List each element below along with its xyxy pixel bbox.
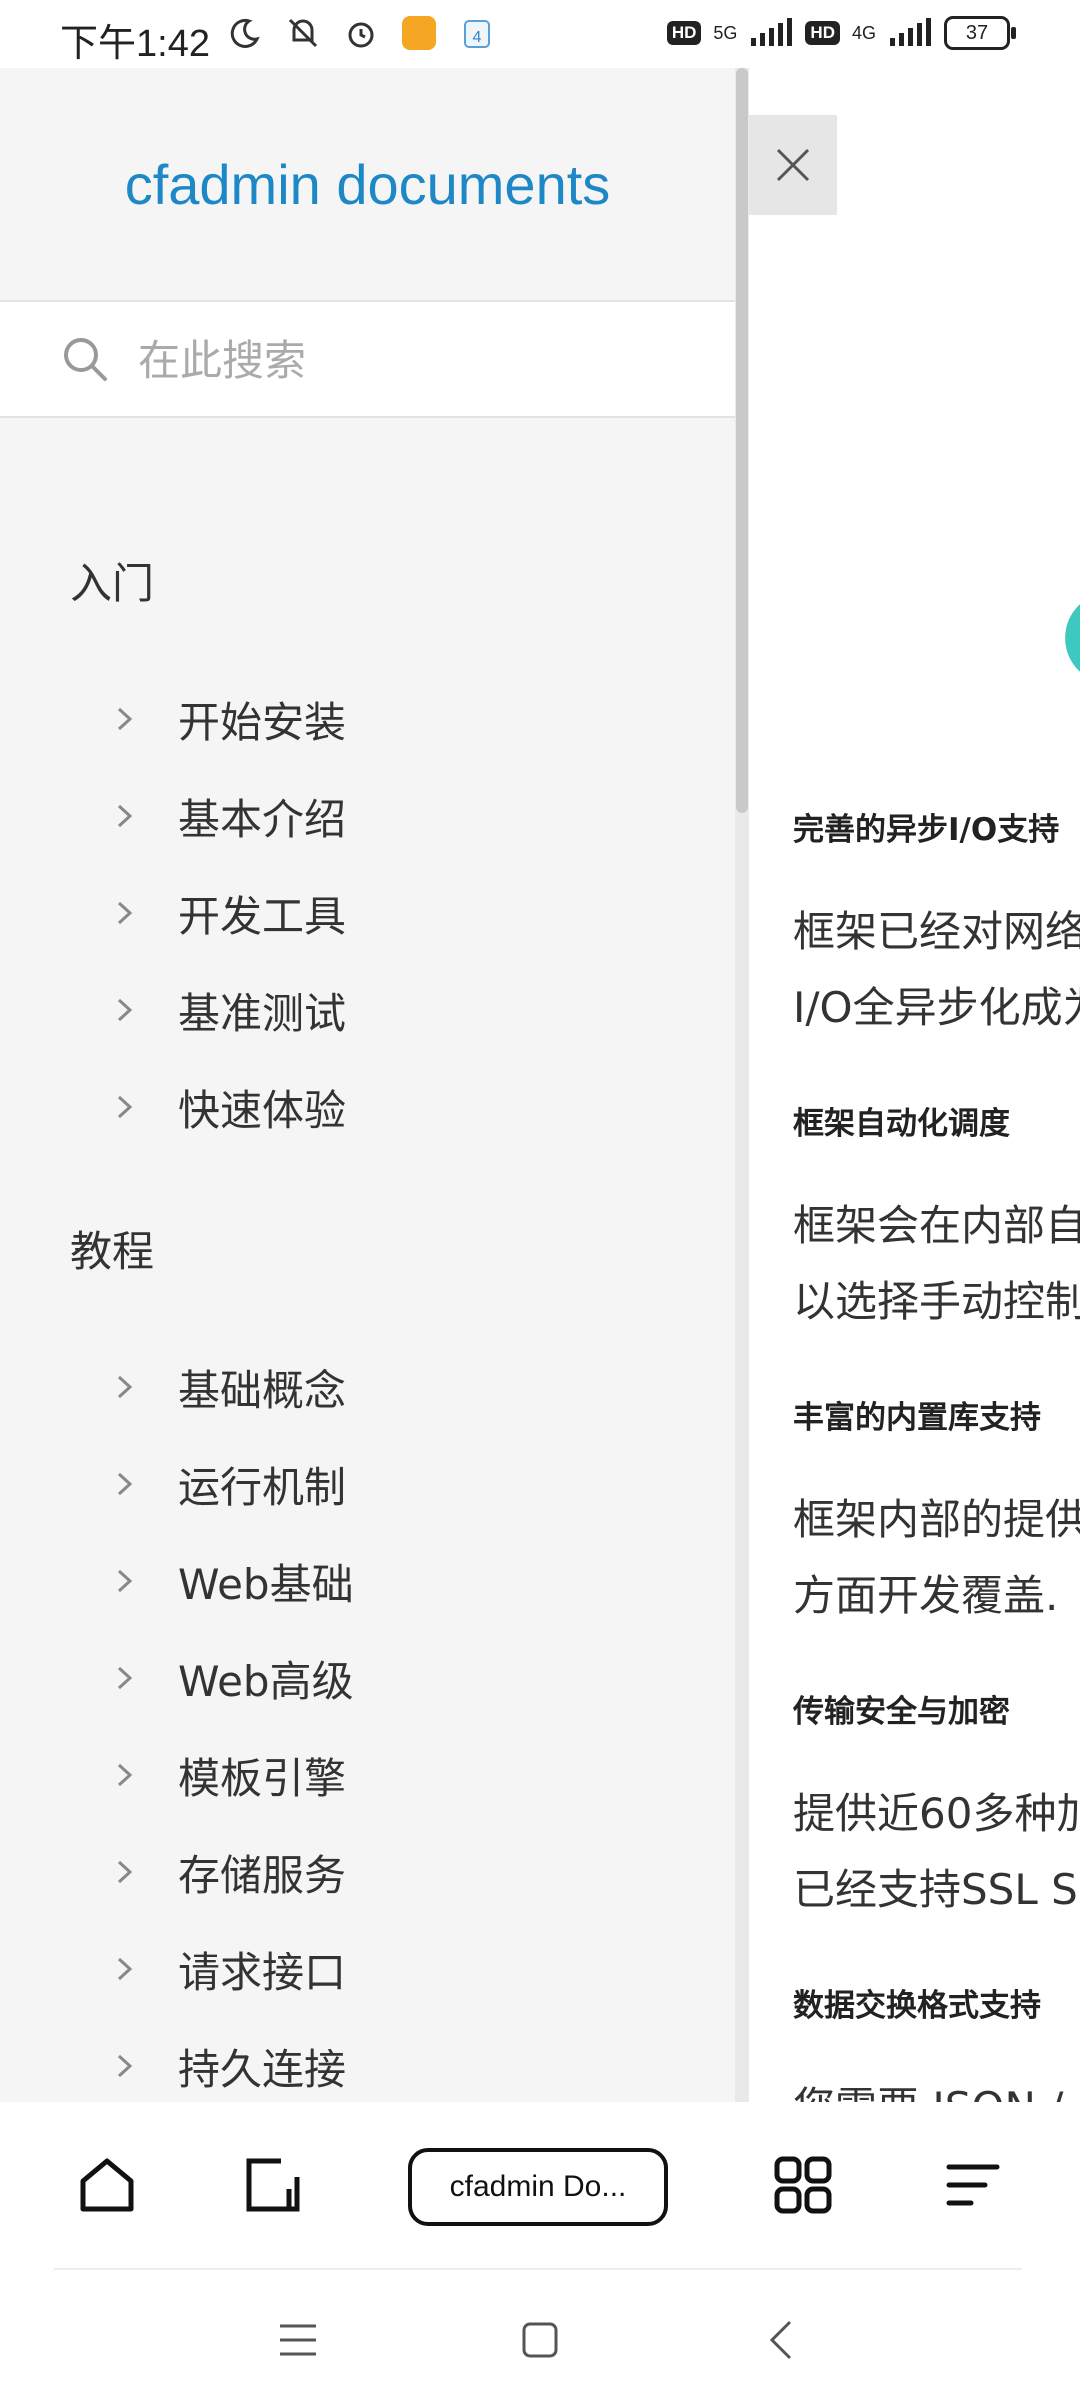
- nav-item-label: 开始安装: [178, 697, 347, 747]
- chevron-right-icon: [117, 1763, 133, 1787]
- recent-apps-icon: [280, 2324, 316, 2356]
- network-4g-label: 4G: [851, 22, 876, 43]
- tabs-icon: [246, 2158, 300, 2212]
- feature-text-line: 方面开发覆盖.: [793, 1571, 1059, 1620]
- feature-text-line: 框架已经对网络: [793, 907, 1080, 956]
- home-icon: [80, 2158, 134, 2212]
- feature-title: 数据交换格式支持: [793, 1988, 1041, 2024]
- nav-item-label: 基础概念: [178, 1365, 347, 1415]
- close-sidebar-button[interactable]: [749, 115, 837, 215]
- feature-text-line: 已经支持SSL S: [793, 1865, 1078, 1914]
- back-nav-button[interactable]: [752, 2310, 812, 2370]
- sidebar-title[interactable]: cfadmin documents: [0, 152, 735, 217]
- chevron-right-icon: [117, 998, 133, 1022]
- signal-icon: [751, 18, 793, 46]
- chevron-right-icon: [117, 2054, 133, 2078]
- nav-item-request-api[interactable]: 请求接口: [110, 1929, 346, 2009]
- battery-indicator: 37: [944, 16, 1016, 50]
- system-nav-bar: [0, 2270, 1080, 2400]
- feature-title: 丰富的内置库支持: [793, 1400, 1041, 1436]
- feature-text-line: I/O全异步化成为: [793, 983, 1080, 1032]
- chevron-right-icon: [117, 1095, 133, 1119]
- home-nav-button[interactable]: [510, 2310, 570, 2370]
- feature-title: 完善的异步I/O支持: [793, 812, 1060, 848]
- nav-item-label: Web基础: [178, 1559, 354, 1609]
- chevron-right-icon: [117, 1957, 133, 1981]
- chevron-right-icon: [117, 707, 133, 731]
- browser-toolbar: cfadmin Do...: [0, 2102, 1080, 2268]
- nav-item-label: 快速体验: [178, 1085, 347, 1135]
- nav-item-label: 存储服务: [178, 1850, 347, 1900]
- search-input[interactable]: [136, 322, 700, 398]
- chevron-right-icon: [117, 1666, 133, 1690]
- signal-icon-2: [890, 18, 931, 46]
- chevron-right-icon: [117, 1569, 133, 1593]
- feature-text-line: 您需要 JSON /: [793, 2070, 1063, 2102]
- current-tab-pill[interactable]: cfadmin Do...: [408, 2148, 668, 2226]
- nav-item-benchmark[interactable]: 基准测试: [110, 970, 346, 1050]
- feature-title: 框架自动化调度: [793, 1106, 1010, 1142]
- section-title-tutorial: 教程: [70, 1227, 155, 1276]
- nav-item-quickstart[interactable]: 快速体验: [110, 1067, 346, 1147]
- chevron-right-icon: [117, 1472, 133, 1496]
- menu-button[interactable]: [938, 2150, 1008, 2220]
- nav-item-storage[interactable]: 存储服务: [110, 1832, 346, 1912]
- chevron-right-icon: [117, 804, 133, 828]
- nav-item-template-engine[interactable]: 模板引擎: [110, 1735, 346, 1815]
- network-5g-label: 5G: [713, 22, 738, 43]
- nav-item-install[interactable]: 开始安装: [110, 679, 346, 759]
- chevron-right-icon: [117, 901, 133, 925]
- nav-item-runtime[interactable]: 运行机制: [110, 1444, 346, 1524]
- nav-item-intro[interactable]: 基本介绍: [110, 776, 346, 856]
- sidebar-drawer: cfadmin documents 入门 开始安装 基本介绍 开发工具 基准测试…: [0, 68, 735, 2102]
- chevron-right-icon: [117, 1375, 133, 1399]
- home-button[interactable]: [72, 2150, 142, 2220]
- recent-apps-button[interactable]: [268, 2310, 328, 2370]
- nav-item-web-advanced[interactable]: Web高级: [110, 1638, 354, 1718]
- nav-item-devtools[interactable]: 开发工具: [110, 873, 346, 953]
- alarm-icon: [342, 14, 380, 52]
- nav-item-label: 持久连接: [178, 2044, 347, 2094]
- nav-item-label: 请求接口: [178, 1947, 347, 1997]
- hd-badge: HD: [666, 21, 702, 45]
- section-title-getting-started: 入门: [70, 559, 155, 608]
- back-chevron-icon: [769, 2320, 792, 2360]
- nav-item-label: Web高级: [178, 1656, 354, 1706]
- hd-badge-2: HD: [805, 21, 840, 45]
- grid-icon: [774, 2156, 832, 2214]
- mute-icon: [284, 14, 322, 52]
- nav-item-label: 基准测试: [178, 988, 347, 1038]
- feature-text-line: 提供近60多种加: [793, 1789, 1080, 1838]
- moon-icon: [226, 14, 264, 52]
- feature-text-line: 框架内部的提供: [793, 1495, 1080, 1544]
- logo-fragment: [1065, 604, 1080, 672]
- status-bar: 下午1:42 4 HD 5G HD 4G 37: [0, 0, 1080, 68]
- nav-item-persistent-connection[interactable]: 持久连接: [110, 2026, 346, 2102]
- search-icon: [64, 338, 107, 381]
- svg-text:4: 4: [473, 29, 482, 46]
- close-icon: [776, 148, 810, 182]
- calendar-icon: 4: [458, 14, 496, 52]
- feature-text-line: 框架会在内部自: [793, 1201, 1080, 1250]
- feature-text-line: 以选择手动控制: [793, 1277, 1080, 1326]
- app-notification-icon: [400, 14, 438, 52]
- feature-title: 传输安全与加密: [793, 1694, 1010, 1730]
- menu-lines-icon: [946, 2164, 1000, 2206]
- main-content: 完善的异步I/O支持 框架已经对网络 I/O全异步化成为 框架自动化调度 框架会…: [749, 68, 1080, 2102]
- nav-item-label: 模板引擎: [178, 1753, 347, 1803]
- scrollbar-thumb[interactable]: [736, 68, 748, 813]
- status-time: 下午1:42: [60, 23, 210, 65]
- tabs-button[interactable]: [238, 2150, 308, 2220]
- nav-item-web-basics[interactable]: Web基础: [110, 1541, 354, 1621]
- chevron-right-icon: [117, 1860, 133, 1884]
- nav-item-basic-concepts[interactable]: 基础概念: [110, 1347, 346, 1427]
- nav-item-label: 运行机制: [178, 1462, 347, 1512]
- nav-item-label: 开发工具: [178, 891, 347, 941]
- square-home-icon: [522, 2322, 558, 2358]
- sidebar-scrollbar[interactable]: [735, 68, 749, 2102]
- nav-item-label: 基本介绍: [178, 794, 347, 844]
- search-bar[interactable]: [0, 300, 735, 418]
- apps-button[interactable]: [768, 2150, 838, 2220]
